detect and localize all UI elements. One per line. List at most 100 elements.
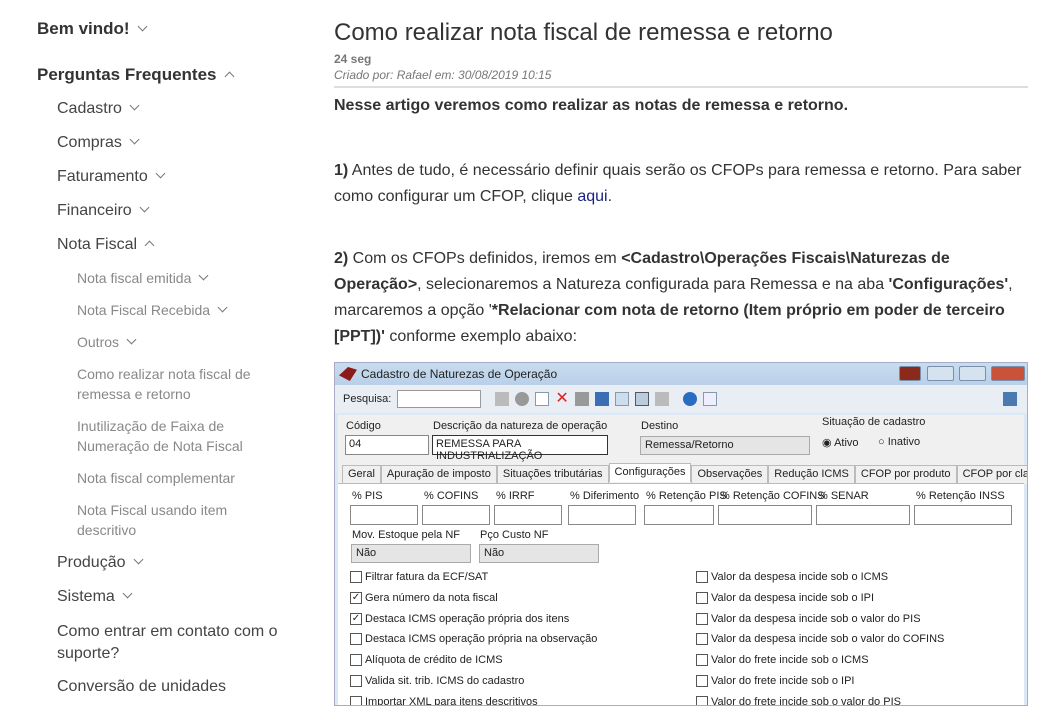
- label: Produção: [57, 554, 126, 571]
- label: Alíquota de crédito de ICMS: [365, 654, 503, 667]
- toolbar: Pesquisa: ✕: [335, 385, 1027, 413]
- value: Remessa/Retorno: [645, 439, 734, 451]
- text: Com os CFOPs definidos, iremos em: [348, 250, 622, 267]
- step-2: 2) Com os CFOPs definidos, iremos em <Ca…: [334, 246, 1028, 350]
- sidebar-item-sistema[interactable]: Sistema: [57, 588, 133, 606]
- chevron-down-icon: [217, 302, 228, 313]
- unchecked-icon: [696, 654, 708, 667]
- sidebar-item-financeiro[interactable]: Financeiro: [57, 202, 150, 220]
- checked-icon: ✓: [350, 612, 362, 625]
- destino-label: Destino: [641, 420, 679, 432]
- search-input: [397, 390, 482, 408]
- youtube-icon: [899, 366, 921, 381]
- intro: Nesse artigo veremos como realizar as no…: [334, 97, 849, 114]
- sidebar-article-link[interactable]: Como realizar nota fiscal de remessa e r…: [77, 364, 267, 404]
- pct-input: [568, 505, 636, 525]
- unchecked-icon: [350, 695, 362, 705]
- unchecked-icon: [696, 571, 708, 583]
- step-number: 1): [334, 162, 349, 179]
- link-aqui[interactable]: aqui: [577, 188, 607, 205]
- maximize-icon: [959, 366, 986, 381]
- unchecked-icon: [696, 612, 708, 625]
- sidebar-item-perguntas-frequentes[interactable]: Perguntas Frequentes: [37, 65, 234, 85]
- descricao-field: REMESSA PARA INDUSTRIALIZAÇÃO: [432, 435, 608, 462]
- window-tabs: Geral Apuração de imposto Situações tribut…: [342, 463, 1027, 484]
- text: , selecionaremos a Natureza configurada …: [417, 276, 889, 293]
- sidebar-item-nota-fiscal-emitida[interactable]: Nota fiscal emitida: [77, 268, 277, 288]
- help-icon: [683, 392, 698, 406]
- tab-name: 'Configurações': [888, 276, 1009, 293]
- codigo-field: 04: [345, 435, 429, 455]
- step-number: 2): [334, 250, 349, 267]
- chevron-down-icon: [126, 334, 137, 345]
- label: Valor da despesa incide sob o ICMS: [711, 571, 889, 583]
- label: Gera número da nota fiscal: [365, 591, 498, 604]
- label: Valor da despesa incide sob o valor do C…: [711, 633, 945, 646]
- checkbox: Valida sit. trib. ICMS do cadastro: [350, 675, 524, 687]
- print-icon: [655, 392, 670, 406]
- pco-label: Pço Custo NF: [480, 529, 549, 541]
- screenshot-window: Cadastro de Naturezas de Operação Pesqui…: [334, 362, 1028, 706]
- delete-icon: ✕: [555, 390, 569, 407]
- checkbox: Importar XML para itens descritivos: [350, 695, 538, 705]
- sidebar-item-outros[interactable]: Outros: [77, 332, 277, 352]
- tab: Geral: [342, 465, 381, 484]
- unchecked-icon: [696, 591, 708, 604]
- sidebar-item-producao[interactable]: Produção: [57, 554, 143, 572]
- chevron-up-icon: [144, 240, 155, 251]
- window-title: Cadastro de Naturezas de Operação: [361, 367, 558, 381]
- label: Faturamento: [57, 168, 148, 185]
- tab: CFOP por produto: [854, 465, 957, 484]
- checkbox: Valor do frete incide sob o ICMS: [696, 654, 869, 667]
- sidebar-item-bem-vindo[interactable]: Bem vindo!: [37, 19, 148, 39]
- sidebar-article-link[interactable]: Nota fiscal complementar: [77, 468, 277, 488]
- sidebar-item-faturamento[interactable]: Faturamento: [57, 168, 166, 186]
- value: Não: [356, 547, 377, 559]
- label: Destaca ICMS operação própria dos itens: [365, 612, 570, 625]
- chevron-down-icon: [122, 588, 133, 599]
- checked-icon: ✓: [350, 591, 362, 604]
- copy-icon: [703, 392, 718, 406]
- app-logo-icon: [339, 367, 357, 381]
- text: Antes de tudo, é necessário definir quai…: [334, 162, 1022, 205]
- label: Outros: [77, 334, 120, 350]
- sidebar-item-suporte[interactable]: Como entrar em contato com o suporte?: [57, 621, 297, 665]
- reading-time: 24 seg: [334, 52, 372, 66]
- label: Nota fiscal emitida: [77, 270, 192, 286]
- checkbox: ✓ Destaca ICMS operação própria dos itens: [350, 612, 570, 625]
- pct-label: % SENAR: [818, 490, 869, 502]
- pct-label: % Retenção INSS: [916, 490, 1005, 502]
- chevron-down-icon: [139, 202, 150, 213]
- pct-label: % COFINS: [424, 490, 479, 502]
- sidebar-item-nota-fiscal[interactable]: Nota Fiscal: [57, 236, 155, 254]
- author-meta: Criado por: Rafael em: 30/08/2019 10:15: [334, 68, 552, 82]
- destino-select: Remessa/Retorno: [640, 436, 810, 455]
- tab: Configurações: [608, 463, 692, 482]
- descricao-label: Descrição da natureza de operação: [433, 420, 608, 432]
- pct-label: % PIS: [352, 490, 383, 502]
- sidebar-item-cadastro[interactable]: Cadastro: [57, 100, 140, 118]
- chevron-down-icon: [133, 554, 143, 565]
- form-panel: Código 04 Descrição da natureza de opera…: [338, 415, 1027, 705]
- sidebar-item-nota-fiscal-recebida[interactable]: Nota Fiscal Recebida: [77, 300, 277, 320]
- pct-input: [350, 505, 418, 525]
- label: Inativo: [887, 436, 921, 448]
- checkbox: Destaca ICMS operação própria na observa…: [350, 633, 597, 646]
- sidebar-item-conversao[interactable]: Conversão de unidades: [57, 678, 226, 696]
- situacao-label: Situação de cadastro: [822, 416, 926, 428]
- chevron-down-icon: [155, 168, 166, 179]
- label: Ativo: [834, 437, 859, 449]
- checkbox: Valor da despesa incide sob o valor do C…: [696, 633, 945, 646]
- sidebar-article-link[interactable]: Nota Fiscal usando item descritivo: [77, 500, 257, 540]
- chevron-down-icon: [198, 270, 209, 281]
- cancel-icon: [615, 392, 630, 406]
- chevron-down-icon: [129, 134, 140, 145]
- checkbox: ✓ Gera número da nota fiscal: [350, 591, 498, 604]
- sidebar-article-link[interactable]: Inutilização de Faixa de Numeração de No…: [77, 416, 267, 456]
- minimize-icon: [927, 366, 954, 381]
- label: Perguntas Frequentes: [37, 65, 217, 84]
- unchecked-icon: [696, 633, 708, 646]
- tab: Apuração de imposto: [380, 465, 497, 484]
- unchecked-icon: [350, 675, 362, 687]
- sidebar-item-compras[interactable]: Compras: [57, 134, 140, 152]
